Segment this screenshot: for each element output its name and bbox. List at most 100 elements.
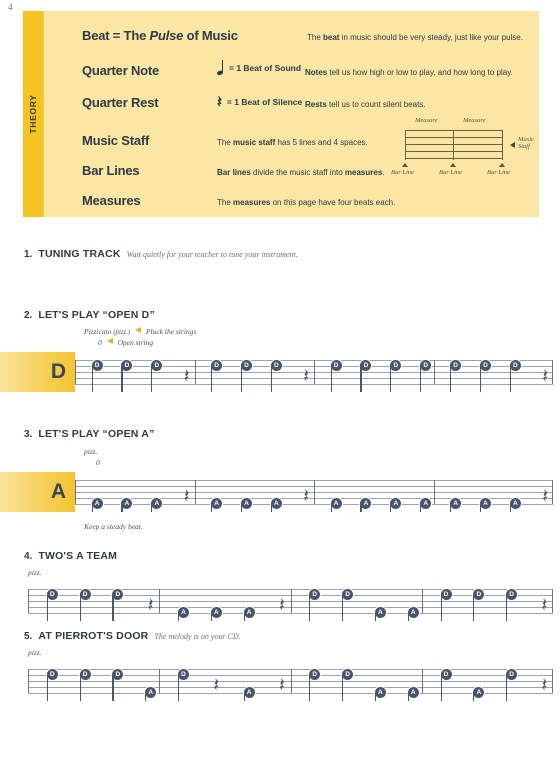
bar-line xyxy=(314,359,315,384)
bar-line xyxy=(159,668,161,693)
gold-arrow-icon xyxy=(106,337,113,344)
bar-line xyxy=(159,588,161,613)
quarter-rest-icon: 𝄽 xyxy=(217,92,222,111)
exercise-3-string-banner: A xyxy=(0,471,75,512)
theory-term-bar-lines: Bar Lines xyxy=(82,163,140,178)
diagram-staff-label: Music Staff xyxy=(518,136,534,151)
note-stem xyxy=(473,594,475,621)
note-stem xyxy=(309,674,311,701)
exercise-1-subtitle: Wait quietly for your teacher to tune yo… xyxy=(126,250,298,259)
bar-line xyxy=(75,479,76,504)
page-number: 4 xyxy=(8,2,13,12)
note-head-d: D xyxy=(309,589,321,601)
note-head-d: D xyxy=(360,360,372,372)
diagram-barline-label-1: Bar Line xyxy=(391,169,414,176)
exercise-3-footnote: Keep a steady beat. xyxy=(84,521,143,531)
note-head-d: D xyxy=(151,360,163,372)
note-stem xyxy=(151,503,153,512)
bar-line xyxy=(552,359,553,384)
note-head-a: A xyxy=(473,687,485,699)
exercise-2-number: 2. xyxy=(24,310,33,321)
exercise-4-heading: 4. TWO'S A TEAM xyxy=(24,550,560,562)
note-stem xyxy=(407,692,409,701)
bar-line xyxy=(75,359,76,384)
note-stem xyxy=(509,503,511,512)
note-head-a: A xyxy=(121,498,133,510)
exercise-2-instruction-1: Pizzicato (pizz.) Pluck the strings xyxy=(84,327,197,336)
note-head-d: D xyxy=(112,669,124,681)
exercise-5-number: 5. xyxy=(24,631,33,642)
note-stem xyxy=(240,503,243,512)
theory-row-measures: Measures The measures on this page have … xyxy=(82,193,529,208)
note-stem xyxy=(112,674,114,701)
theory-term-quarter-rest: Quarter Rest xyxy=(82,95,159,110)
note-head-d: D xyxy=(450,360,462,372)
exercise-4-number: 4. xyxy=(24,551,33,562)
note-head-d: D xyxy=(211,360,223,372)
exercise-1-heading: 1. TUNING TRACK Wait quietly for your te… xyxy=(24,248,560,260)
note-head-d: D xyxy=(79,669,91,681)
note-head-a: A xyxy=(407,607,419,619)
note-head-a: A xyxy=(243,607,255,619)
note-head-d: D xyxy=(270,360,282,372)
diagram-barline-label-3: Bar Line xyxy=(487,169,510,176)
note-head-a: A xyxy=(450,498,462,510)
theory-tab: THEORY xyxy=(23,11,44,217)
note-stem xyxy=(270,365,272,392)
bar-line xyxy=(433,359,435,384)
note-head-a: A xyxy=(374,607,386,619)
note-stem xyxy=(243,612,245,621)
note-head-a: A xyxy=(270,498,282,510)
bar-line xyxy=(433,479,435,504)
note-head-a: A xyxy=(178,607,190,619)
exercise-3-title: LET'S PLAY “OPEN A” xyxy=(38,428,155,440)
note-stem xyxy=(121,365,123,392)
note-stem xyxy=(121,503,123,512)
note-stem xyxy=(330,365,332,392)
bar-line xyxy=(28,668,29,693)
exercise-2: 2. LET'S PLAY “OPEN D” Pizzicato (pizz.)… xyxy=(0,309,560,398)
note-head-d: D xyxy=(46,669,58,681)
exercise-5-heading: 5. AT PIERROT'S DOOR The melody is on yo… xyxy=(24,630,560,642)
exercise-4: 4. TWO'S A TEAM pizz. D D D 𝄽 A A A 𝄽 D D A A D D D 𝄽 xyxy=(0,550,560,627)
note-stem xyxy=(479,503,482,512)
note-stem xyxy=(374,612,376,621)
exercise-2-title: LET'S PLAY “OPEN D” xyxy=(38,309,155,321)
note-stem xyxy=(46,594,48,621)
diagram-measure-label-1: Measure xyxy=(415,117,438,124)
theory-content: Beat = The Pulse of Music The beat in mu… xyxy=(44,11,539,217)
note-head-d: D xyxy=(509,360,521,372)
note-stem xyxy=(506,594,508,621)
bar-line xyxy=(421,668,423,693)
bar-line xyxy=(194,359,196,384)
note-head-d: D xyxy=(342,589,354,601)
exercise-3-heading: 3. LET'S PLAY “OPEN A” xyxy=(24,428,560,440)
bar-line xyxy=(290,588,292,613)
note-stem xyxy=(210,612,212,621)
theory-desc-quarter-rest: Rests tell us to count silent beats. xyxy=(305,100,426,109)
note-stem xyxy=(342,594,344,621)
theory-row-quarter-note: Quarter Note = 1 Beat of Sound Notes tel… xyxy=(82,60,529,78)
note-head-a: A xyxy=(210,607,222,619)
bar-line xyxy=(552,668,553,693)
note-stem xyxy=(390,365,392,392)
theory-term-quarter-note: Quarter Note xyxy=(82,63,160,78)
exercise-3-string-label: A xyxy=(50,479,66,503)
note-head-d: D xyxy=(440,589,452,601)
note-head-d: D xyxy=(342,669,354,681)
exercise-4-instruction-1: pizz. xyxy=(28,568,42,577)
theory-term-music-staff: Music Staff xyxy=(82,133,150,148)
theory-glyph-quarter-rest: 𝄽 = 1 Beat of Silence xyxy=(217,92,305,111)
note-head-d: D xyxy=(79,589,91,601)
exercise-5-instruction-1: pizz. xyxy=(28,648,42,657)
note-stem xyxy=(440,674,442,701)
exercise-3-staff: A A A 𝄽 A A A 𝄽 A A A A A A A 𝄽 xyxy=(75,472,553,512)
note-stem xyxy=(479,365,482,392)
note-head-d: D xyxy=(309,669,321,681)
note-head-d: D xyxy=(112,589,124,601)
theory-panel: THEORY Beat = The Pulse of Music The bea… xyxy=(23,11,539,217)
note-head-d: D xyxy=(330,360,342,372)
diagram-barline-arrow-3-icon xyxy=(499,163,505,167)
note-stem xyxy=(178,674,180,701)
exercise-2-instruction-2: 0 Open string xyxy=(98,337,154,347)
